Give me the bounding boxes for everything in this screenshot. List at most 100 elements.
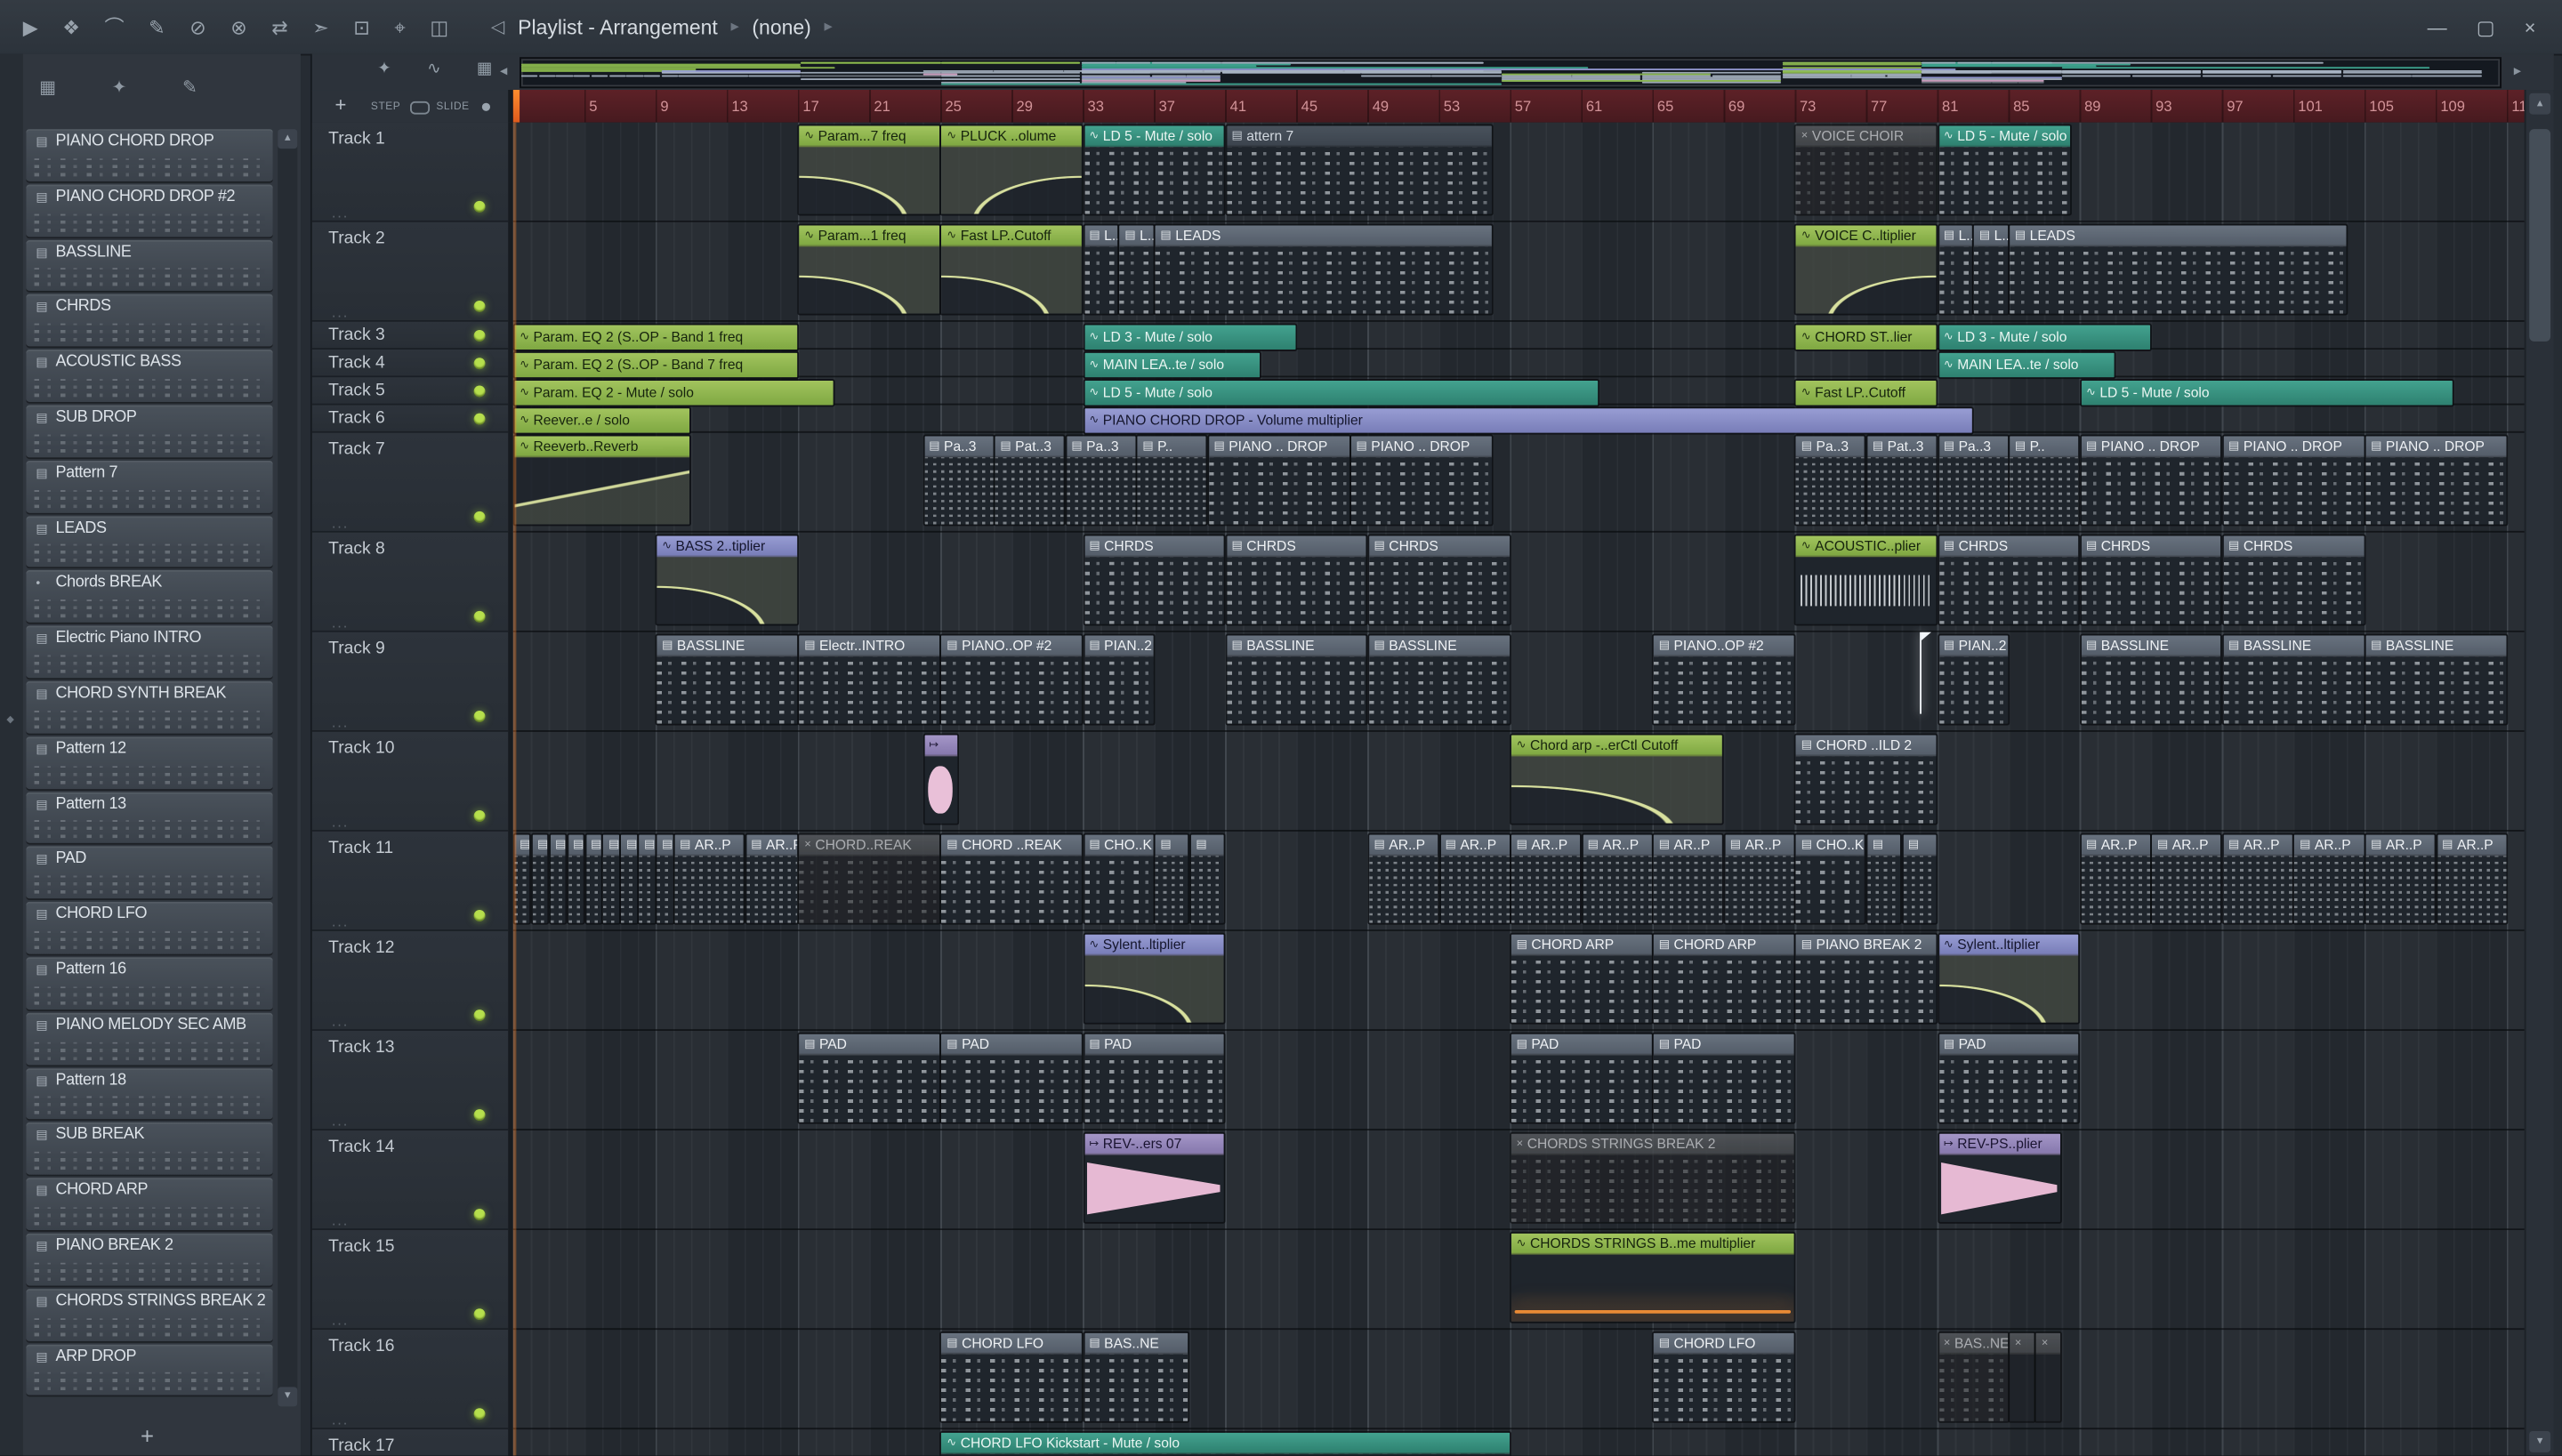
track-header[interactable]: Track 12... (311, 930, 509, 1031)
clip[interactable]: ▤ BAS..NE (1083, 1331, 1191, 1423)
clip[interactable]: ▤ PIANO .. DROP (2221, 434, 2365, 527)
clip[interactable]: ▤AR..P (2079, 833, 2152, 925)
minimap-right-arrow[interactable]: ▸ (2514, 62, 2521, 80)
playlist-grid[interactable]: ∿ Param...7 freq ∿ PLUCK ..olume ∿ LD 5 - Mut… (512, 122, 2526, 1456)
track-lane[interactable] (512, 1330, 2526, 1430)
track-mute-led[interactable] (473, 910, 486, 921)
clip[interactable]: ∿ Param...7 freq (797, 124, 941, 216)
track-mute-led[interactable] (473, 1010, 486, 1021)
zoom-icon[interactable]: ⌖ (394, 17, 405, 36)
clip[interactable]: ▤ PIAN..2 (1083, 633, 1156, 726)
clip[interactable]: ∿ Chord arp -..erCtl Cutoff (1510, 733, 1725, 825)
clip[interactable]: ∿ VOICE C..ltiplier (1794, 223, 1938, 316)
track-header[interactable]: Track 15... (311, 1230, 509, 1331)
clip[interactable]: × VOICE CHOIR (1794, 124, 1938, 216)
pattern-item[interactable]: ▤ Electric Piano INTRO (26, 625, 273, 679)
clip[interactable]: ∿ Param...1 freq (797, 223, 941, 316)
disable-icon[interactable]: ⊘ (189, 17, 205, 36)
clip[interactable]: ▤ CHRDS (1937, 534, 2081, 626)
clip[interactable]: ▤ CHO..K (1083, 833, 1156, 925)
clip[interactable]: × (2008, 1331, 2036, 1423)
clip[interactable]: ▤ (1901, 833, 1938, 925)
clip[interactable]: ▤ CHRDS (2221, 534, 2365, 626)
pattern-item[interactable]: ▤ PIANO MELODY SEC AMB (26, 1012, 273, 1065)
clip[interactable]: ▤ (601, 833, 621, 925)
pattern-item[interactable]: ▤ CHORD ARP (26, 1178, 273, 1230)
minimap-left-arrow[interactable]: ◂ (500, 62, 507, 80)
track-header[interactable]: Track 7... (311, 432, 509, 533)
track-header[interactable]: Track 11... (311, 831, 509, 931)
clip[interactable]: ∿ PIANO CHORD DROP - Volume multiplier (1083, 406, 1974, 435)
clip[interactable]: ∿ Fast LP..Cutoff (1794, 379, 1938, 407)
playhead-marker[interactable] (512, 90, 520, 123)
clip[interactable]: ▤ CHORD LFO (939, 1331, 1084, 1423)
clip[interactable]: ▤ CHORD LFO (1652, 1331, 1796, 1423)
scroll-up-icon[interactable]: ▴ (2529, 93, 2551, 115)
clip[interactable]: ∿ Reeverb..Reverb (512, 434, 692, 527)
clip[interactable]: ∿ ACOUSTIC..plier (1794, 534, 1938, 626)
pattern-item[interactable]: ▤ Pattern 13 (26, 791, 273, 844)
pattern-item[interactable]: ▤ CHORD LFO (26, 902, 273, 954)
clip[interactable]: ∿ BASS 2..tiplier (655, 534, 799, 626)
slide-tool-icon[interactable]: ∿ (427, 60, 440, 78)
link-icon[interactable]: ⌒ (105, 17, 125, 36)
timeline-ruler[interactable]: 5 9 13 17 21 25 29 33 37 41 45 49 53 57 61 65 69 73 77 81 85… (512, 90, 2526, 125)
clip[interactable]: ▤ (1154, 833, 1191, 925)
track-header[interactable]: Track 13... (311, 1030, 509, 1130)
clip[interactable]: ∿ LD 5 - Mute / solo (1083, 379, 1600, 407)
scroll-up-icon[interactable]: ▴ (278, 129, 298, 149)
clip[interactable]: ▤ PIANO..OP #2 (1652, 633, 1796, 726)
clip[interactable]: ▤AR..P (744, 833, 799, 925)
pattern-item[interactable]: ▤ LEADS (26, 515, 273, 568)
pattern-item[interactable]: ▤ BASSLINE (26, 239, 273, 292)
clip[interactable]: ▤ PAD (939, 1032, 1084, 1124)
clip[interactable]: ∿ PLUCK ..olume (939, 124, 1084, 216)
track-header[interactable]: Track 8... (311, 532, 509, 632)
clip[interactable]: ▤ PIANO..OP #2 (939, 633, 1084, 726)
clip[interactable]: ∿ LD 3 - Mute / solo (1083, 323, 1298, 351)
clip[interactable]: ▤ CHO..K (1794, 833, 1867, 925)
clip[interactable]: ▤ Pa..3 (1937, 434, 2010, 527)
clip[interactable]: × BAS..NE (1937, 1331, 2010, 1423)
track-mute-led[interactable] (473, 810, 486, 822)
clip[interactable]: ▤AR..P (673, 833, 745, 925)
scroll-down-icon[interactable]: ▾ (278, 1387, 298, 1407)
clip[interactable]: ▤ P.. (2008, 434, 2081, 527)
clip[interactable]: ▤ BASSLINE (1225, 633, 1369, 726)
track-header[interactable]: Track 6 (311, 405, 509, 433)
clip[interactable]: ▤ LEADS (2008, 223, 2348, 316)
track-lane[interactable] (513, 1429, 2526, 1455)
clip[interactable]: ▤ PAD (797, 1032, 941, 1124)
clip[interactable]: ∿ Reever..e / solo (512, 406, 692, 435)
meter-icon[interactable]: ◫ (430, 17, 448, 36)
clip[interactable]: ▤ (566, 833, 585, 925)
clip[interactable]: ▤ (530, 833, 550, 925)
clip[interactable]: ∿ Param. EQ 2 (S..OP - Band 7 freq (512, 350, 799, 380)
clip[interactable]: ▤ BASSLINE (655, 633, 799, 726)
clip[interactable]: ▤AR..P (1652, 833, 1725, 925)
clip[interactable]: ∿ LD 5 - Mute / solo (1083, 124, 1227, 216)
clip[interactable]: ∿ MAIN LEA..te / solo (1937, 350, 2116, 380)
play-icon[interactable]: ▶ (23, 17, 38, 36)
pattern-list-scrollbar[interactable]: ▴ ▾ (278, 129, 298, 1407)
scroll-down-icon[interactable]: ▾ (2529, 1430, 2551, 1452)
pattern-item[interactable]: ▤ PAD (26, 847, 273, 899)
close-button[interactable]: × (2525, 15, 2536, 38)
clip[interactable]: ▤ L..DS (1083, 223, 1119, 316)
track-header[interactable]: Track 16... (311, 1330, 509, 1430)
clip[interactable]: ▤AR..P (2150, 833, 2223, 925)
draw-icon[interactable]: ✎ (149, 17, 165, 36)
clip[interactable]: × CHORDS STRINGS BREAK 2 (1510, 1131, 1796, 1224)
track-mute-led[interactable] (473, 200, 486, 213)
clip[interactable]: ▤ PIANO BREAK 2 (1794, 932, 1938, 1025)
track-mute-led[interactable] (473, 330, 486, 342)
clip[interactable]: ▤ PAD (1510, 1032, 1654, 1124)
track-header[interactable]: Track 9... (311, 631, 509, 732)
clip[interactable]: ▤ PIANO .. DROP (2079, 434, 2223, 527)
clip[interactable]: ∿ LD 3 - Mute / solo (1937, 323, 2152, 351)
clip[interactable]: ∿ LD 5 - Mute / solo (1937, 124, 2072, 216)
clip[interactable]: ▤ attern 7 (1225, 124, 1494, 216)
pattern-item[interactable]: ▤ CHORDS STRINGS BREAK 2 (26, 1288, 273, 1341)
swap-icon[interactable]: ⇄ (271, 17, 287, 36)
add-pattern-button[interactable]: + (141, 1423, 154, 1449)
